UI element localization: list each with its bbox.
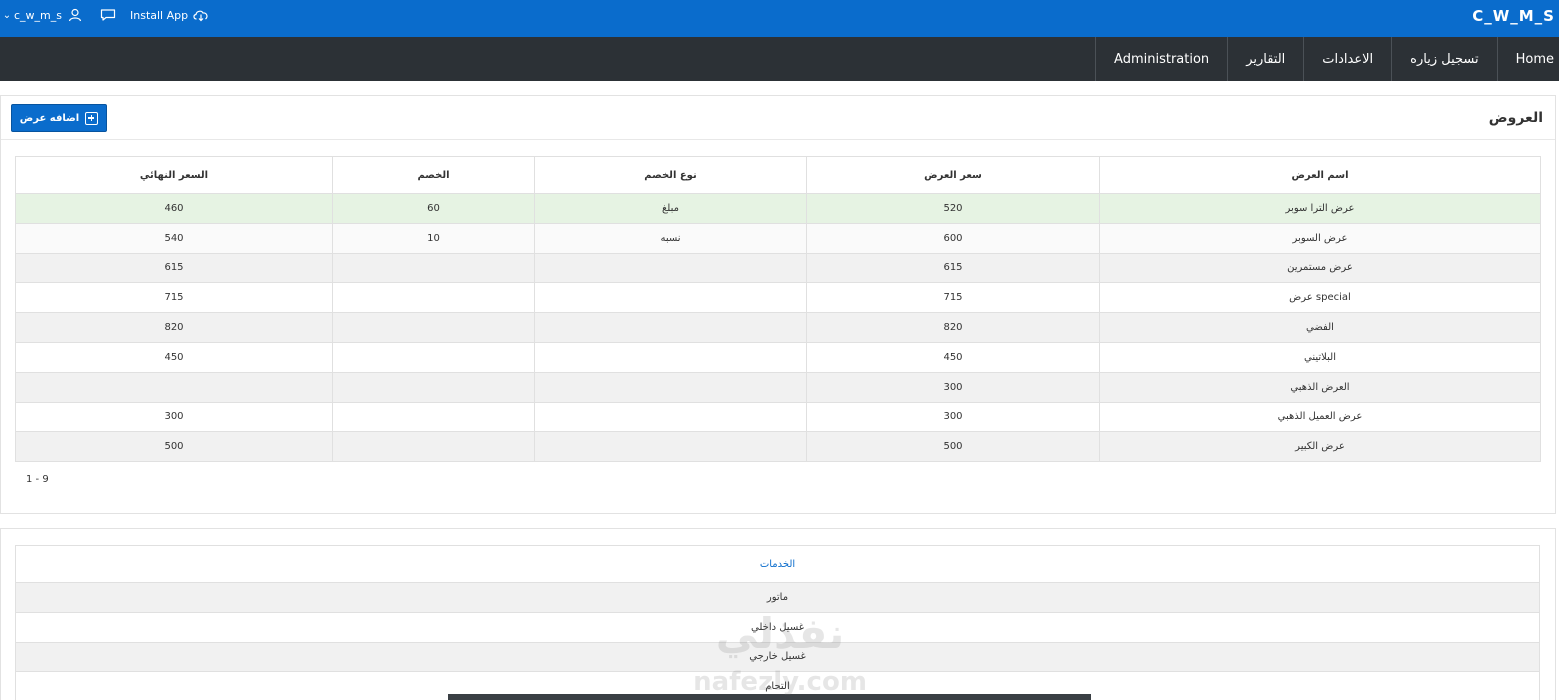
- table-row[interactable]: 450 450 البلاتيني: [15, 341, 1541, 373]
- cell-offer-price: 300: [806, 401, 1100, 433]
- cell-discount-type: مبلغ: [534, 193, 807, 224]
- cell-offer-name: عرض مستمرين: [1099, 252, 1541, 284]
- table-row[interactable]: 500 500 عرض الكبير: [15, 431, 1541, 463]
- region-title: العروض: [1488, 110, 1543, 126]
- table-row[interactable]: 820 820 الفضي: [15, 312, 1541, 343]
- region-divider: [1, 139, 1555, 140]
- table-row[interactable]: ماتور: [15, 582, 1540, 613]
- cell-discount: 60: [332, 193, 535, 224]
- cell-final-price: 300: [15, 401, 333, 433]
- cell-final-price: 450: [15, 341, 333, 373]
- cell-discount-type: [534, 341, 807, 373]
- cell-offer-price: 520: [806, 193, 1100, 224]
- app-brand[interactable]: C_W_M_S: [1472, 7, 1555, 25]
- nav-item-settings[interactable]: الاعدادات: [1303, 37, 1391, 81]
- cell-discount-type: [534, 252, 807, 284]
- column-header-offer-name[interactable]: اسم العرض: [1099, 156, 1541, 194]
- chevron-down-icon[interactable]: ⌄: [0, 10, 14, 21]
- pagination-info: 1 - 9: [26, 474, 49, 485]
- table-row[interactable]: غسيل داخلي: [15, 611, 1540, 643]
- cell-discount: [332, 312, 535, 343]
- cell-discount-type: نسبه: [534, 222, 807, 254]
- offers-region: العروض اضافه عرض السعر النهائي الخصم نوع…: [0, 95, 1556, 514]
- cell-offer-price: 715: [806, 282, 1100, 314]
- plus-icon: [85, 111, 99, 125]
- cell-final-price: 500: [15, 431, 333, 463]
- cell-discount: [332, 431, 535, 463]
- table-header-row: الخدمات: [15, 545, 1540, 583]
- cell-discount: [332, 282, 535, 314]
- cell-final-price: 540: [15, 222, 333, 254]
- cell-offer-price: 300: [806, 371, 1100, 403]
- main-nav: Home تسجيل زياره الاعدادات التقارير Admi…: [0, 37, 1559, 81]
- install-app-link[interactable]: Install App: [130, 9, 188, 22]
- nav-item-register-visit[interactable]: تسجيل زياره: [1391, 37, 1496, 81]
- cell-offer-name: عرض السوبر: [1099, 222, 1541, 254]
- cell-final-price: 460: [15, 193, 333, 224]
- cell-offer-name: عرض الترا سوبر: [1099, 193, 1541, 224]
- cell-offer-price: 450: [806, 341, 1100, 373]
- cell-offer-price: 500: [806, 431, 1100, 463]
- table-row[interactable]: 300 300 عرض العميل الذهبي: [15, 401, 1541, 433]
- add-offer-label: اضافه عرض: [19, 112, 80, 124]
- cloud-download-icon[interactable]: [192, 8, 210, 22]
- table-row[interactable]: 615 615 عرض مستمرين: [15, 252, 1541, 284]
- add-offer-button[interactable]: اضافه عرض: [11, 104, 107, 132]
- cell-offer-price: 820: [806, 312, 1100, 343]
- cell-offer-name: عرض العميل الذهبي: [1099, 401, 1541, 433]
- username-label[interactable]: c_w_m_s: [14, 9, 62, 22]
- cell-service: غسيل خارجي: [15, 641, 1540, 673]
- column-header-discount-type[interactable]: نوع الخصم: [534, 156, 807, 194]
- cell-offer-name: الفضي: [1099, 312, 1541, 343]
- nav-item-reports[interactable]: التقارير: [1227, 37, 1303, 81]
- cell-final-price: [15, 371, 333, 403]
- cell-offer-name: العرض الذهبي: [1099, 371, 1541, 403]
- services-region: الخدمات ماتور غسيل داخلي غسيل خارجي التح…: [0, 528, 1556, 700]
- cell-offer-price: 600: [806, 222, 1100, 254]
- user-icon[interactable]: [68, 8, 82, 22]
- cell-discount: [332, 401, 535, 433]
- table-row[interactable]: غسيل خارجي: [15, 641, 1540, 673]
- nav-item-administration[interactable]: Administration: [1095, 37, 1227, 81]
- cell-final-price: 820: [15, 312, 333, 343]
- cell-discount-type: [534, 282, 807, 314]
- table-row[interactable]: 460 60 مبلغ 520 عرض الترا سوبر: [15, 193, 1541, 224]
- top-header: ⌄ c_w_m_s Install App C_W_M_S: [0, 0, 1559, 37]
- column-header-offer-price[interactable]: سعر العرض: [806, 156, 1100, 194]
- cell-final-price: 615: [15, 252, 333, 284]
- bottom-scrollbar[interactable]: [448, 694, 1091, 700]
- column-header-services[interactable]: الخدمات: [15, 545, 1540, 583]
- chat-icon[interactable]: [100, 8, 116, 22]
- cell-discount-type: [534, 371, 807, 403]
- header-user-area: ⌄ c_w_m_s Install App: [0, 0, 210, 30]
- cell-offer-name: البلاتيني: [1099, 341, 1541, 373]
- table-header-row: السعر النهائي الخصم نوع الخصم سعر العرض …: [15, 156, 1541, 194]
- table-row[interactable]: 540 10 نسبه 600 عرض السوبر: [15, 222, 1541, 254]
- cell-final-price: 715: [15, 282, 333, 314]
- table-row[interactable]: 715 715 عرض special: [15, 282, 1541, 314]
- cell-discount: [332, 341, 535, 373]
- cell-discount-type: [534, 401, 807, 433]
- cell-discount: 10: [332, 222, 535, 254]
- cell-service: غسيل داخلي: [15, 611, 1540, 643]
- offers-table: السعر النهائي الخصم نوع الخصم سعر العرض …: [15, 156, 1541, 463]
- cell-service: ماتور: [15, 582, 1540, 613]
- column-header-final-price[interactable]: السعر النهائي: [15, 156, 333, 194]
- nav-item-home[interactable]: Home: [1496, 37, 1559, 81]
- cell-offer-name: عرض الكبير: [1099, 431, 1541, 463]
- column-header-discount[interactable]: الخصم: [332, 156, 535, 194]
- services-table: الخدمات ماتور غسيل داخلي غسيل خارجي التح…: [15, 545, 1540, 700]
- table-row[interactable]: 300 العرض الذهبي: [15, 371, 1541, 403]
- cell-offer-name: عرض special: [1099, 282, 1541, 314]
- cell-discount: [332, 252, 535, 284]
- cell-offer-price: 615: [806, 252, 1100, 284]
- cell-discount-type: [534, 431, 807, 463]
- cell-discount-type: [534, 312, 807, 343]
- cell-discount: [332, 371, 535, 403]
